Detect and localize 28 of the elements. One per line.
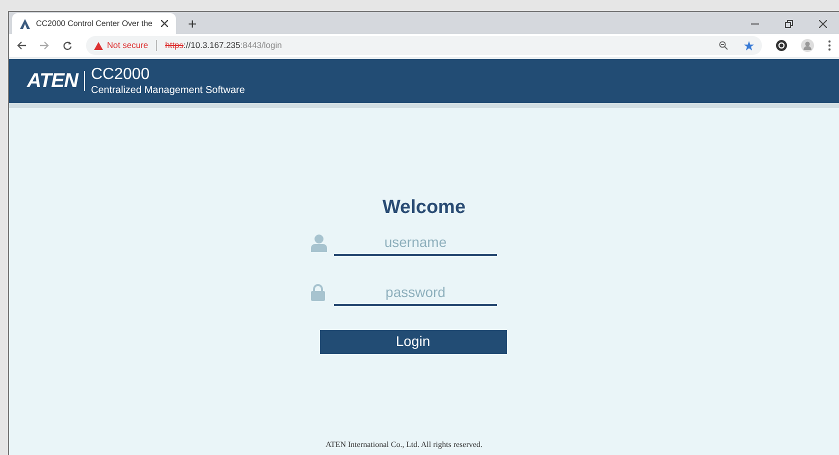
product-name: CC2000 — [90, 64, 151, 85]
back-arrow-icon[interactable] — [17, 41, 26, 50]
close-icon[interactable] — [161, 20, 168, 27]
password-field[interactable]: password — [334, 280, 497, 306]
user-icon — [311, 234, 327, 252]
star-icon[interactable] — [744, 40, 754, 50]
tab-title: CC2000 Control Center Over the — [36, 18, 154, 30]
profile-avatar-icon[interactable] — [801, 39, 814, 52]
new-tab-button[interactable]: + — [188, 17, 197, 32]
brand-logo: ATEN — [27, 69, 78, 94]
lock-icon — [311, 284, 325, 301]
warning-icon — [94, 42, 103, 50]
url-text: https://10.3.167.235:8443/login — [165, 39, 282, 52]
copyright-text: ATEN International Co., Ltd. All rights reserved. — [326, 439, 482, 451]
security-label: Not secure — [107, 39, 148, 52]
address-bar[interactable]: Not secure https://10.3.167.235:8443/login — [86, 36, 762, 55]
welcome-heading: Welcome — [382, 196, 466, 220]
menu-icon[interactable] — [828, 40, 831, 51]
logo-icon — [20, 18, 30, 28]
close-icon[interactable] — [819, 20, 827, 28]
reload-icon[interactable] — [63, 41, 72, 50]
extension-icon[interactable] — [776, 40, 787, 51]
browser-tab[interactable]: CC2000 Control Center Over the — [12, 13, 176, 34]
username-field[interactable]: username — [334, 230, 497, 256]
restore-icon[interactable] — [785, 20, 793, 28]
product-subtitle: Centralized Management Software — [90, 84, 245, 98]
login-button[interactable]: Login — [320, 330, 506, 354]
zoom-icon[interactable] — [719, 41, 728, 50]
